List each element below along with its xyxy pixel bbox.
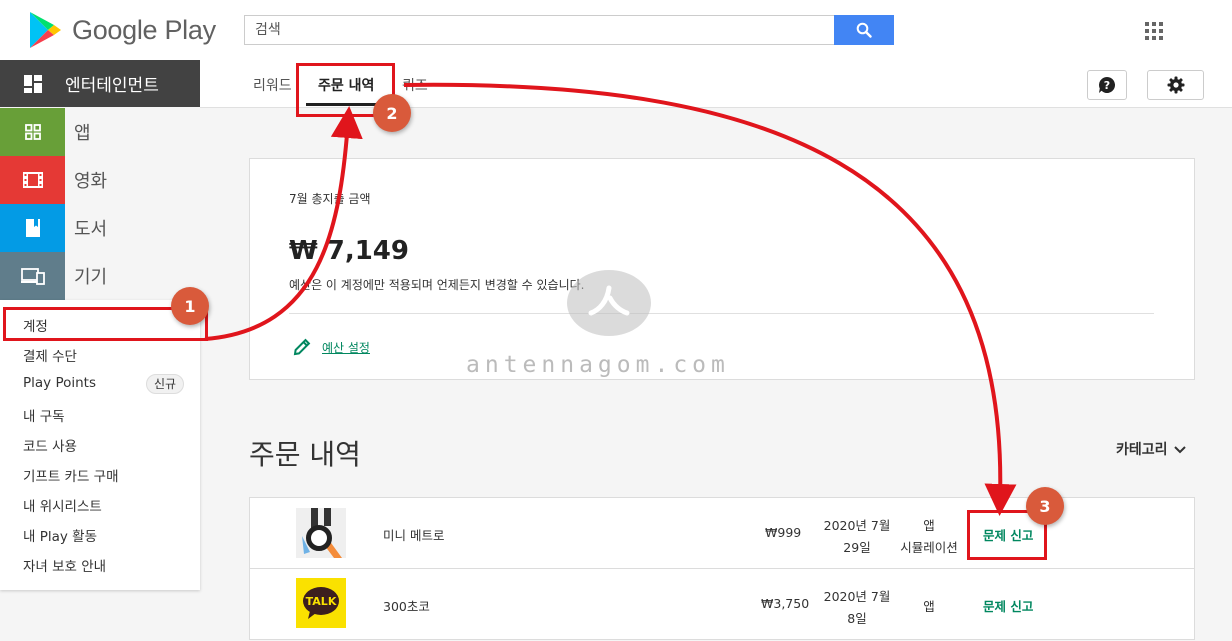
step-2-badge: 2 [373,94,411,132]
step-1-badge: 1 [171,287,209,325]
step-3-badge: 3 [1026,487,1064,525]
